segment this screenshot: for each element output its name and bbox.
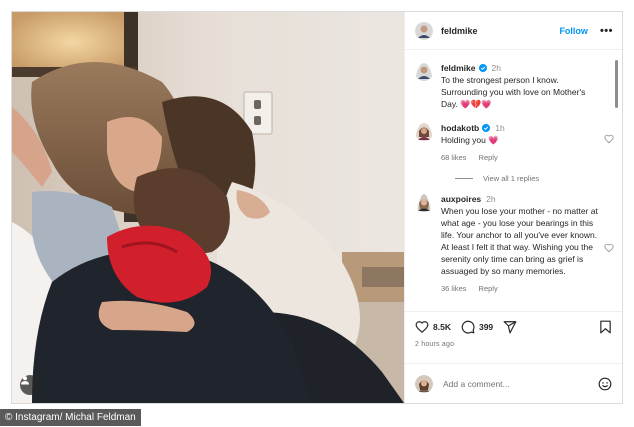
caption-username[interactable]: feldmike [441,62,476,74]
more-options-icon[interactable]: ••• [600,25,613,37]
verified-badge-icon [478,64,487,72]
post-photo[interactable] [12,12,404,403]
view-replies-button[interactable]: View all 1 replies [455,174,602,183]
photo-image [12,12,404,403]
comment-avatar[interactable] [415,123,433,164]
comment-avatar[interactable] [415,194,433,295]
comment-item: hodakotb 1h Holding you 💗 68 likes Reply [415,122,614,164]
comments-section[interactable]: feldmike 2h To the strongest person I kn… [405,50,622,311]
comment-likes[interactable]: 36 likes [441,284,466,293]
viewer-avatar [415,374,433,393]
comment-icon[interactable] [461,320,475,334]
post-actions: 8.5K 399 2 hours ago [405,311,622,363]
add-comment-bar: Add a comment... [405,363,622,403]
like-count[interactable]: 8.5K [433,322,451,332]
caption-emoji: 💗💔💗 [460,99,492,109]
post-side-panel: feldmike Follow ••• feldmike 2h To the s… [404,12,622,403]
author-username[interactable]: feldmike [441,26,478,36]
bookmark-icon[interactable] [599,320,612,334]
comment-item: auxpoires 2h When you lose your mother -… [415,193,614,295]
follow-button[interactable]: Follow [559,26,588,36]
comment-input[interactable]: Add a comment... [443,379,598,389]
post-modal: feldmike Follow ••• feldmike 2h To the s… [11,11,623,404]
caption-time: 2h [491,63,501,73]
comment-likes[interactable]: 68 likes [441,153,466,162]
heart-icon[interactable] [415,320,429,334]
post-time-ago: 2 hours ago [415,341,455,348]
post-header: feldmike Follow ••• [405,12,622,50]
comment-time: 2h [486,194,496,204]
photo-credit: © Instagram/ Michal Feldman [0,409,141,426]
heart-icon[interactable] [604,134,614,144]
caption-avatar[interactable] [415,63,433,110]
user-tag-icon [21,376,29,385]
comments-scrollbar[interactable] [615,60,618,108]
comment-count[interactable]: 399 [479,322,493,332]
comment-text: When you lose your mother - no matter at… [441,206,598,276]
user-tag-button[interactable] [20,375,40,395]
comment-username[interactable]: auxpoires [441,193,481,205]
post-caption: feldmike 2h To the strongest person I kn… [415,62,602,110]
author-avatar[interactable] [415,21,433,40]
emoji-icon[interactable] [598,377,612,391]
comment-emoji: 💗 [488,135,499,145]
comment-time: 1h [495,123,505,133]
heart-icon[interactable] [604,243,614,253]
comment-username[interactable]: hodakotb [441,122,479,134]
comment-text: Holding you [441,135,486,145]
reply-button[interactable]: Reply [479,284,498,293]
share-icon[interactable] [503,320,517,334]
verified-badge-icon [482,124,491,132]
reply-button[interactable]: Reply [479,153,498,162]
view-replies-label: View all 1 replies [483,174,540,183]
